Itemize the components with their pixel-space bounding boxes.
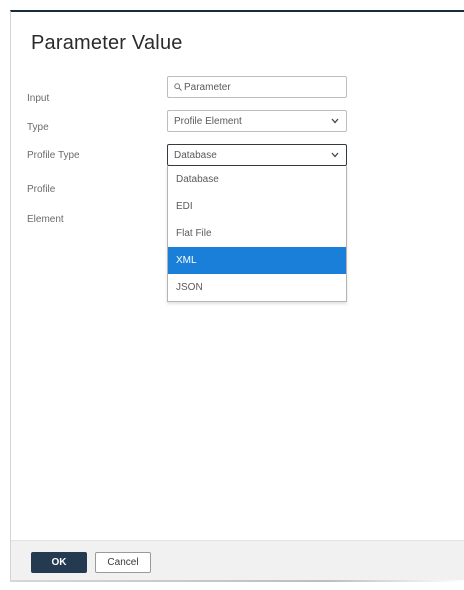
chevron-down-icon xyxy=(328,118,346,124)
profile-type-select[interactable]: Database xyxy=(167,144,347,166)
ok-button[interactable]: OK xyxy=(31,552,87,573)
type-select[interactable]: Profile Element xyxy=(167,110,347,132)
dropdown-option-flat-file[interactable]: Flat File xyxy=(168,220,346,247)
dialog-title: Parameter Value xyxy=(31,32,183,54)
dialog-footer: OK Cancel xyxy=(11,540,464,582)
input-field[interactable]: Parameter xyxy=(167,76,347,98)
dropdown-option-database[interactable]: Database xyxy=(168,166,346,193)
profile-type-label: Profile Type xyxy=(27,150,80,161)
search-icon xyxy=(174,83,182,91)
cancel-button[interactable]: Cancel xyxy=(95,552,151,573)
profile-label: Profile xyxy=(27,184,56,195)
type-label: Type xyxy=(27,122,49,133)
element-label: Element xyxy=(27,214,64,225)
dropdown-option-xml[interactable]: XML xyxy=(168,247,346,274)
input-field-value: Parameter xyxy=(184,81,231,93)
parameter-value-dialog: Parameter Value Input Parameter Type Pro… xyxy=(10,10,464,582)
chevron-down-icon xyxy=(328,152,346,158)
dialog-bottom-shadow xyxy=(10,580,464,582)
type-select-value: Profile Element xyxy=(174,115,242,127)
input-label: Input xyxy=(27,93,50,104)
dropdown-option-json[interactable]: JSON xyxy=(168,274,346,301)
profile-type-dropdown-list: Database EDI Flat File XML JSON xyxy=(167,166,347,302)
dropdown-option-edi[interactable]: EDI xyxy=(168,193,346,220)
profile-type-select-value: Database xyxy=(174,149,217,161)
